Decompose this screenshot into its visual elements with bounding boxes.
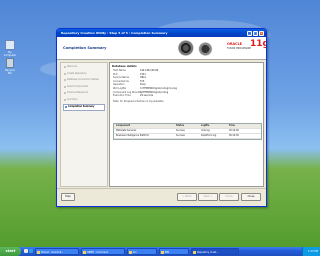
- step-dot-icon: [63, 85, 66, 88]
- section-title: Database details: [112, 65, 137, 68]
- table-cell: Business Intelligence Platform: [116, 134, 149, 137]
- taskbar-item-label: Shared - Oracle B...: [41, 251, 64, 254]
- column-header: Time: [229, 124, 236, 127]
- taskbar-item[interactable]: bin: [127, 248, 157, 255]
- desktop: My Computer Recycle Bin Repository Creat…: [0, 0, 320, 247]
- table-cell: Metadata Services: [116, 129, 137, 132]
- table-cell: mds.log: [201, 129, 210, 132]
- nav-item-label: Create Repository: [67, 71, 87, 75]
- nav-item-label: Database Connection Details: [67, 78, 99, 81]
- header-banner: Completion Summary ORACLE FUSION MIDDLEW…: [57, 37, 266, 60]
- table-row[interactable]: Business Intelligence Platform Success b…: [114, 134, 261, 139]
- rcu-window: Repository Creation Utility : Step 5 of …: [56, 28, 267, 207]
- start-button[interactable]: start: [0, 247, 21, 256]
- desktop-icon-label: My Computer: [3, 51, 17, 57]
- help-button[interactable]: Help: [61, 193, 75, 201]
- page-title: Completion Summary: [63, 46, 107, 50]
- step-dot-icon: [64, 106, 67, 109]
- nav-item-create-repository[interactable]: Create Repository: [63, 72, 105, 77]
- window-icon: [193, 250, 196, 254]
- browser-icon[interactable]: [29, 249, 33, 253]
- step-dot-icon: [63, 92, 66, 95]
- maximize-button[interactable]: □: [253, 30, 258, 36]
- clock[interactable]: 1:23 PM: [308, 250, 318, 253]
- nav-item-summary[interactable]: Summary: [63, 98, 105, 103]
- folder-icon: [161, 250, 164, 254]
- nav-item-welcome[interactable]: Welcome: [63, 65, 105, 70]
- show-desktop-icon[interactable]: [24, 249, 28, 253]
- component-table: Component Status Logfile Time Metadata S…: [113, 123, 262, 140]
- table-cell: biplatform.log: [201, 134, 217, 137]
- step-dot-icon: [63, 79, 66, 82]
- oracle-logo: ORACLE: [227, 42, 243, 46]
- log-note: Note: for Dropped schemas no log availab…: [113, 99, 164, 103]
- desktop-icon-my-computer[interactable]: My Computer: [3, 40, 17, 57]
- close-icon[interactable]: ×: [259, 30, 264, 36]
- folder-icon: [129, 250, 132, 254]
- recycle-bin-icon: [6, 58, 14, 68]
- window-icon: [37, 250, 40, 254]
- summary-panel: Database details Host Name 192.168.100.60…: [109, 62, 264, 187]
- close-button[interactable]: Close: [241, 193, 261, 201]
- detail-row: Execution Time 24 seconds: [110, 94, 263, 98]
- computer-icon: [5, 40, 15, 50]
- taskbar-item[interactable]: OBIEE - Command: [81, 248, 125, 255]
- product-name: FUSION MIDDLEWARE: [227, 47, 251, 50]
- nav-item-schema-passwords[interactable]: Schema Passwords: [63, 91, 105, 96]
- nav-item-label: Completion Summary: [68, 105, 95, 108]
- taskbar-item[interactable]: BIN: [159, 248, 189, 255]
- back-button[interactable]: < Back: [177, 193, 197, 201]
- detail-value: 24 seconds: [140, 94, 154, 98]
- nav-item-label: Welcome: [67, 65, 78, 68]
- desktop-icon-recycle-bin[interactable]: Recycle Bin: [3, 58, 17, 75]
- table-cell: 00:12:00: [229, 129, 239, 132]
- column-header: Logfile: [201, 124, 210, 127]
- taskbar-item-label: BIN: [165, 251, 169, 254]
- nav-item-completion-summary[interactable]: Completion Summary: [63, 104, 105, 111]
- window-titlebar[interactable]: Repository Creation Utility : Step 5 of …: [57, 29, 266, 37]
- next-button[interactable]: Next >: [198, 193, 218, 201]
- step-dot-icon: [63, 66, 66, 69]
- column-header: Status: [176, 124, 185, 127]
- step-dot-icon: [63, 98, 66, 101]
- nav-item-select-components[interactable]: Select Components: [63, 85, 105, 90]
- system-tray: 1:23 PM: [302, 247, 320, 256]
- taskbar-item[interactable]: Shared - Oracle B...: [35, 248, 79, 255]
- taskbar-item-label: Repository Creat...: [197, 251, 219, 254]
- minimize-button[interactable]: _: [247, 30, 252, 36]
- desktop-icon-label: Recycle Bin: [5, 69, 15, 75]
- gears-graphic: [169, 38, 225, 58]
- step-navigation: Welcome Create Repository Database Conne…: [60, 62, 108, 187]
- nav-item-database-connection[interactable]: Database Connection Details: [63, 78, 105, 83]
- detail-key: Execution Time: [113, 94, 131, 98]
- button-bar: Help < Back Next > Finish Close: [57, 188, 266, 206]
- taskbar-item-active[interactable]: Repository Creat...: [191, 248, 239, 255]
- table-cell: Success: [176, 134, 185, 137]
- finish-button[interactable]: Finish: [219, 193, 239, 201]
- nav-item-label: Select Components: [67, 84, 89, 88]
- table-cell: Success: [176, 129, 185, 132]
- step-dot-icon: [63, 72, 66, 75]
- taskbar-item-label: bin: [133, 251, 137, 254]
- nav-item-label: Schema Passwords: [67, 91, 88, 94]
- window-icon: [83, 250, 86, 254]
- nav-item-label: Summary: [67, 97, 78, 101]
- window-title: Repository Creation Utility : Step 5 of …: [61, 31, 168, 35]
- taskbar-item-label: OBIEE - Command: [87, 251, 109, 254]
- column-header: Component: [116, 124, 131, 127]
- taskbar: start Shared - Oracle B... OBIEE - Comma…: [0, 247, 320, 256]
- table-cell: 00:12:00: [229, 134, 239, 137]
- version-badge: 11g: [250, 39, 266, 49]
